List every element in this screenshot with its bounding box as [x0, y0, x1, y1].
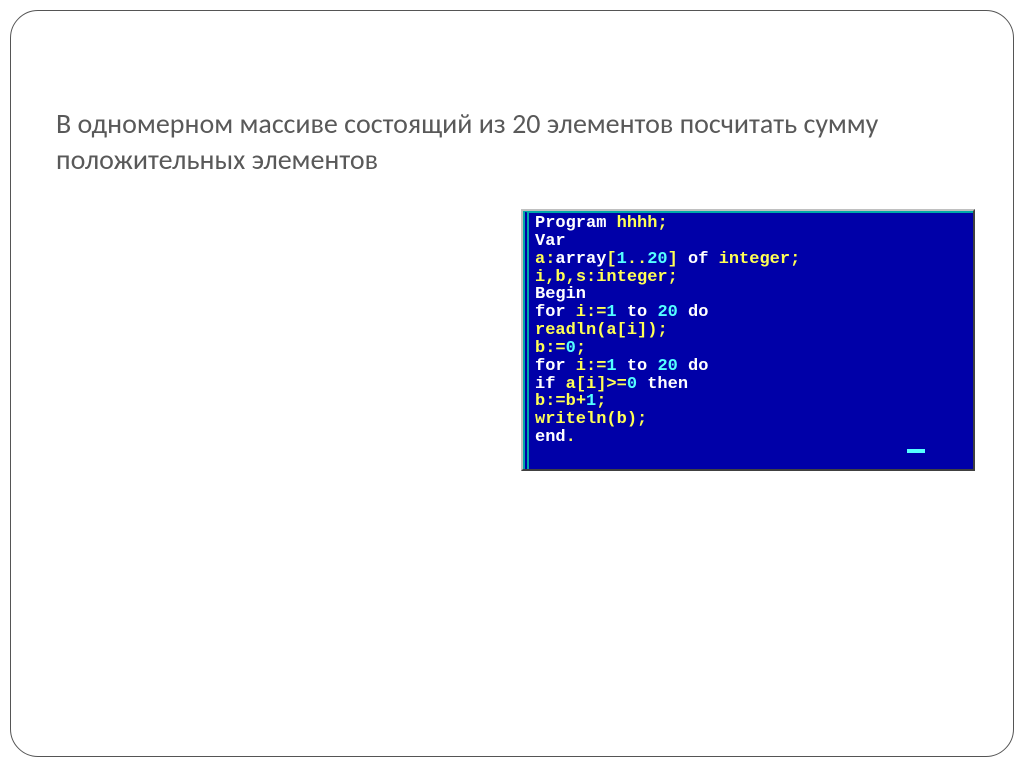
code-line: for i:=1 to 20 do [535, 304, 967, 322]
code-line: Begin [535, 286, 967, 304]
text-cursor [907, 449, 925, 453]
code-line: for i:=1 to 20 do [535, 358, 967, 376]
code-line: i,b,s:integer; [535, 269, 967, 287]
code-line: Var [535, 233, 967, 251]
slide-frame: В одномерном массиве состоящий из 20 эле… [10, 10, 1014, 757]
slide-title: В одномерном массиве состоящий из 20 эле… [56, 106, 968, 179]
code-editor: Program hhhh; Var a:array[1..20] of inte… [521, 209, 975, 471]
code-line: if a[i]>=0 then [535, 376, 967, 394]
code-line: b:=b+1; [535, 393, 967, 411]
code-line: a:array[1..20] of integer; [535, 251, 967, 269]
code-line: readln(a[i]); [535, 322, 967, 340]
code-line: b:=0; [535, 340, 967, 358]
code-line: writeln(b); [535, 411, 967, 429]
code-content: Program hhhh; Var a:array[1..20] of inte… [523, 211, 973, 469]
code-line: Program hhhh; [535, 215, 967, 233]
code-line: end. [535, 429, 967, 447]
